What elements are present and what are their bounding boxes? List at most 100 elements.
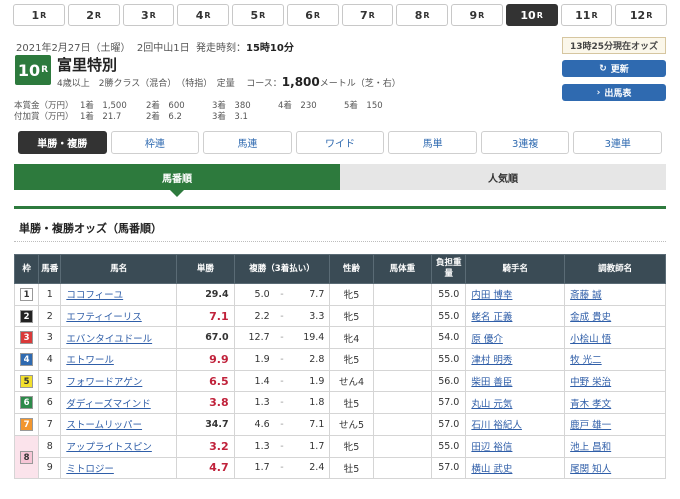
race-tab-5[interactable]: 5R: [232, 4, 284, 26]
jockey-link[interactable]: 津村 明秀: [471, 355, 512, 366]
section-divider: [14, 206, 666, 209]
horse-name-cell: ミトロジー: [60, 456, 178, 480]
start-label: 発走時刻：: [196, 43, 246, 54]
bet-tab-4[interactable]: 馬単: [388, 131, 477, 154]
waku-cell: 8: [13, 434, 40, 480]
update-button[interactable]: ↻ 更新: [562, 60, 666, 77]
bet-tab-6[interactable]: 3連単: [573, 131, 663, 154]
column-header: 馬番: [38, 254, 62, 284]
place-odds-high: 1.9: [309, 375, 325, 387]
horse-name-cell: エフティイーリス: [60, 304, 178, 328]
race-tab-2[interactable]: 2R: [67, 4, 120, 26]
race-name: 富里特別: [57, 56, 118, 74]
horse-name-link[interactable]: ミトロジー: [66, 464, 114, 475]
race-tab-11[interactable]: 11 R: [560, 4, 613, 26]
place-odds: 1.9- 2.8: [235, 354, 330, 365]
race-conditions: 4歳以上 2勝クラス（混合） （特指） 定量 コース：1,800メートル（芝・右…: [57, 75, 401, 89]
horse-name-link[interactable]: エトワール: [66, 355, 114, 366]
burden-weight: 57.0: [431, 413, 467, 436]
horse-name-cell: アップライトスピン: [60, 434, 178, 458]
race-tab-10[interactable]: 10 R: [505, 4, 558, 26]
race-tab-number: 5: [250, 8, 259, 22]
column-header: 馬体重: [372, 254, 433, 284]
jockey-link[interactable]: 横山 武史: [471, 464, 512, 475]
jockey-link[interactable]: 田辺 裕信: [471, 442, 512, 453]
race-tab-4[interactable]: 4R: [177, 4, 229, 26]
race-tab-12[interactable]: 12 R: [615, 4, 667, 26]
place-odds-high: 7.7: [309, 288, 325, 300]
race-tab-number: 2: [86, 8, 94, 22]
horse-name-link[interactable]: エバンタイユドール: [66, 334, 152, 345]
jockey-cell: 横山 武史: [465, 456, 566, 480]
place-odds: 1.3- 1.8: [235, 397, 330, 408]
horse-name-link[interactable]: ココフィーユ: [66, 290, 123, 301]
trainer-link[interactable]: 斎藤 誠: [570, 290, 602, 301]
waku-cell: 1: [13, 283, 40, 306]
horse-name-link[interactable]: ストームリッパー: [66, 420, 142, 431]
horse-weight: [372, 434, 433, 458]
bet-tab-2[interactable]: 馬連: [203, 131, 292, 154]
trainer-cell: 金成 貴史: [564, 304, 666, 328]
horse-name-link[interactable]: フォワードアゲン: [66, 377, 142, 388]
win-odds: 6.5: [176, 369, 235, 393]
table-row: 6 6 ダディーズマインド 3.8 1.3- 1.8 牡5 57.0 丸山 元気 青木 孝文: [13, 391, 666, 415]
jockey-link[interactable]: 石川 裕紀人: [471, 420, 522, 431]
race-tab-1[interactable]: 1R: [13, 4, 65, 26]
place-odds-cell: 1.3- 1.7: [233, 434, 331, 458]
jockey-link[interactable]: 柴田 善臣: [471, 377, 512, 388]
column-header: 調教師名: [564, 254, 666, 284]
jockey-cell: 内田 博幸: [465, 283, 566, 306]
horse-name-link[interactable]: エフティイーリス: [66, 312, 141, 323]
win-odds: 7.1: [176, 304, 235, 328]
trainer-link[interactable]: 尾関 知人: [570, 464, 611, 475]
dotted-divider: [14, 241, 666, 242]
horse-weight: [372, 326, 433, 350]
trainer-link[interactable]: 青木 孝文: [570, 399, 611, 410]
place-odds-separator: -: [280, 418, 284, 430]
place-odds: 1.3- 1.7: [235, 441, 330, 452]
race-tab-6[interactable]: 6R: [286, 4, 339, 26]
trainer-link[interactable]: 牧 光二: [570, 355, 602, 366]
place-odds-cell: 1.7- 2.4: [233, 456, 331, 480]
jockey-cell: 蛯名 正義: [465, 304, 566, 328]
jockey-link[interactable]: 原 優介: [471, 334, 503, 345]
bet-tab-1[interactable]: 枠連: [110, 131, 200, 154]
trainer-link[interactable]: 中野 栄治: [570, 377, 611, 388]
win-odds: 67.0: [176, 326, 235, 350]
race-tab-number: 9: [469, 8, 478, 22]
column-header: 負担重量: [431, 254, 467, 284]
horse-name-link[interactable]: アップライトスピン: [66, 442, 152, 453]
tab-sort-by-popularity[interactable]: 人気順: [340, 164, 666, 190]
jockey-link[interactable]: 内田 博幸: [471, 290, 512, 301]
entry-list-button[interactable]: › 出馬表: [562, 84, 666, 101]
jockey-link[interactable]: 蛯名 正義: [471, 312, 512, 323]
win-odds: 3.8: [176, 391, 235, 415]
prize-value: 1着 21.7: [80, 112, 122, 122]
trainer-link[interactable]: 池上 昌和: [570, 442, 611, 453]
race-tab-3[interactable]: 3R: [122, 4, 175, 26]
trainer-link[interactable]: 金成 貴史: [570, 312, 611, 323]
race-tab-number: 3: [140, 8, 149, 22]
race-tab-suffix: R: [204, 10, 211, 20]
horse-name-link[interactable]: ダディーズマインド: [66, 399, 150, 410]
trainer-link[interactable]: 鹿戸 雄一: [570, 420, 611, 431]
trainer-cell: 小桧山 悟: [564, 326, 666, 350]
bet-tab-0[interactable]: 単勝・複勝: [18, 131, 107, 154]
race-distance: 1,800: [281, 75, 320, 89]
jockey-cell: 石川 裕紀人: [465, 413, 566, 436]
refresh-icon: ↻: [599, 63, 607, 74]
tab-sort-by-number[interactable]: 馬番順: [14, 164, 340, 197]
race-tab-8[interactable]: 8R: [396, 4, 448, 26]
bet-tab-5[interactable]: 3連複: [480, 131, 570, 154]
sex-age: 牝5: [329, 283, 374, 306]
race-tab-number: 12: [629, 8, 646, 22]
race-tab-9[interactable]: 9R: [451, 4, 503, 26]
race-tab-7[interactable]: 7R: [341, 4, 394, 26]
trainer-link[interactable]: 小桧山 悟: [570, 334, 611, 345]
jockey-link[interactable]: 丸山 元気: [471, 399, 512, 410]
place-odds-low: 1.7: [254, 462, 270, 474]
column-header: 枠: [13, 254, 40, 284]
race-tab-number: 10: [520, 8, 536, 22]
place-odds-low: 1.3: [254, 440, 270, 452]
bet-tab-3[interactable]: ワイド: [295, 131, 385, 154]
